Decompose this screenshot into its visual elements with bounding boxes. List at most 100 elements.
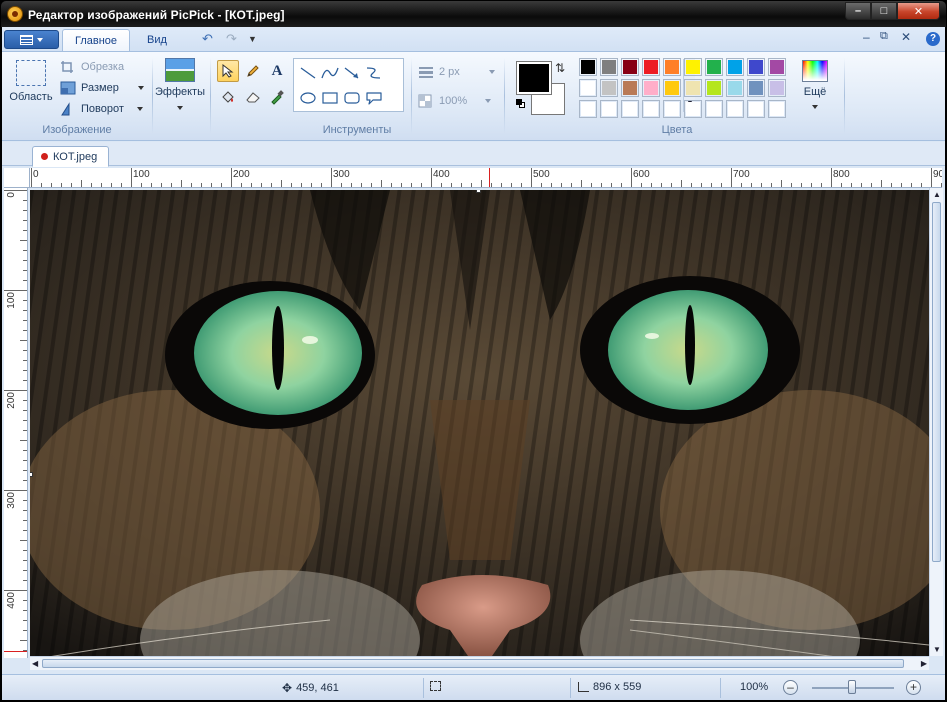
app-menu-button[interactable] [4, 30, 59, 49]
scroll-down-icon[interactable]: ▼ [933, 645, 941, 654]
customize-arrow-icon[interactable]: ▼ [248, 34, 257, 44]
color-swatch[interactable] [642, 58, 660, 76]
close-doc-icon[interactable]: ✕ [901, 30, 911, 44]
separator [504, 58, 505, 134]
ribbon-minimize-icon[interactable]: – [863, 30, 870, 44]
resize-handle-left[interactable] [30, 472, 33, 477]
horizontal-scroll-thumb[interactable] [42, 659, 904, 668]
color-swatch[interactable] [600, 58, 618, 76]
color-swatch[interactable] [600, 79, 618, 97]
color-swatch[interactable] [621, 58, 639, 76]
vertical-scroll-thumb[interactable] [932, 202, 941, 562]
scroll-up-icon[interactable]: ▲ [933, 190, 941, 199]
primary-color-box[interactable] [516, 61, 552, 95]
tab-home[interactable]: Главное [62, 29, 131, 52]
maximize-button[interactable]: □ [871, 2, 897, 20]
color-swatch[interactable] [642, 79, 660, 97]
color-swatch[interactable] [726, 100, 744, 118]
color-swatch[interactable] [768, 79, 786, 97]
horizontal-scrollbar[interactable]: ◀ ▶ [30, 656, 929, 670]
arrow-shape-icon[interactable] [342, 64, 362, 82]
curved-arrow-shape-icon[interactable] [364, 64, 384, 82]
minimize-button[interactable]: – [845, 2, 871, 20]
ruler-tick-label: 300 [6, 492, 17, 509]
swap-colors-icon[interactable]: ⇅ [555, 61, 565, 75]
color-picker-button[interactable] [266, 86, 288, 108]
color-swatch[interactable] [579, 58, 597, 76]
resize-button[interactable]: Размер [60, 79, 144, 97]
vertical-scrollbar[interactable]: ▲ ▼ [929, 188, 943, 656]
pencil-tool-button[interactable] [242, 60, 264, 82]
opacity-dropdown[interactable]: 100% [418, 92, 492, 110]
color-swatch[interactable] [621, 79, 639, 97]
color-swatch[interactable] [726, 58, 744, 76]
line-shape-icon[interactable] [298, 64, 318, 82]
help-icon[interactable]: ? [926, 32, 940, 46]
color-swatch-fill [707, 81, 721, 95]
eyedropper-icon [271, 90, 284, 105]
more-colors-label: Ещё [803, 86, 827, 98]
crop-button[interactable]: Обрезка [60, 58, 124, 76]
close-button[interactable]: ✕ [897, 2, 940, 20]
more-colors-button[interactable]: Ещё [797, 60, 833, 109]
image-canvas[interactable] [30, 190, 929, 656]
color-swatch[interactable] [705, 100, 723, 118]
chevron-down-icon [488, 70, 495, 74]
color-swatch[interactable] [705, 79, 723, 97]
color-swatch[interactable] [663, 58, 681, 76]
cat-face-image [30, 190, 929, 656]
tab-view[interactable]: Вид [135, 29, 179, 52]
scroll-right-icon[interactable]: ▶ [921, 659, 927, 668]
color-swatch[interactable] [579, 79, 597, 97]
color-swatch[interactable] [684, 100, 702, 118]
rounded-rect-shape-icon[interactable] [342, 89, 362, 107]
curve-shape-icon[interactable] [320, 64, 340, 82]
color-swatch[interactable] [579, 100, 597, 118]
text-tool-icon[interactable]: A [266, 60, 288, 82]
ellipse-shape-icon[interactable] [298, 89, 318, 107]
resize-handle-top[interactable] [476, 190, 481, 193]
line-width-dropdown[interactable]: 2 px [418, 63, 495, 81]
color-swatch[interactable] [663, 79, 681, 97]
title-bar: Редактор изображений PicPick - [КОТ.jpeg… [0, 0, 947, 27]
separator [570, 678, 571, 698]
restore-icon[interactable]: ⧉ [880, 30, 888, 43]
rotate-button[interactable]: Поворот [60, 100, 143, 118]
color-swatch[interactable] [768, 100, 786, 118]
document-tab[interactable]: КОТ.jpeg [32, 146, 109, 167]
eraser-tool-button[interactable] [242, 86, 264, 108]
undo-icon[interactable]: ↶ [202, 31, 213, 47]
effects-button[interactable]: Эффекты [154, 58, 206, 110]
color-swatch[interactable] [726, 79, 744, 97]
color-swatch[interactable] [747, 100, 765, 118]
color-swatch-fill [665, 81, 679, 95]
zoom-in-button[interactable]: + [906, 680, 921, 695]
color-swatch-fill [602, 102, 616, 116]
image-size-value: 896 x 559 [593, 681, 642, 693]
status-bar: ✥ 459, 461 896 x 559 100% – + [2, 674, 945, 700]
color-swatch[interactable] [621, 100, 639, 118]
color-swatch[interactable] [747, 79, 765, 97]
color-swatch[interactable] [768, 58, 786, 76]
image-file-icon [41, 153, 48, 160]
color-swatch[interactable] [705, 58, 723, 76]
select-tool-button[interactable] [217, 60, 239, 82]
scroll-left-icon[interactable]: ◀ [32, 659, 38, 668]
select-area-button[interactable]: Область [8, 58, 54, 103]
color-swatch-fill [623, 81, 637, 95]
picpick-logo-icon[interactable] [7, 6, 23, 22]
zoom-slider-thumb[interactable] [848, 680, 856, 694]
color-swatch[interactable] [684, 58, 702, 76]
color-swatch[interactable] [747, 58, 765, 76]
color-swatch[interactable] [642, 100, 660, 118]
color-swatch[interactable] [663, 100, 681, 118]
callout-shape-icon[interactable] [364, 89, 384, 107]
color-swatch-fill [770, 60, 784, 74]
rectangle-shape-icon[interactable] [320, 89, 340, 107]
redo-icon[interactable]: ↷ [226, 31, 237, 47]
zoom-out-button[interactable]: – [783, 680, 798, 695]
color-swatch[interactable] [600, 100, 618, 118]
reset-colors-icon[interactable] [516, 99, 525, 108]
fill-tool-button[interactable] [217, 86, 239, 108]
color-swatch[interactable] [684, 79, 702, 97]
